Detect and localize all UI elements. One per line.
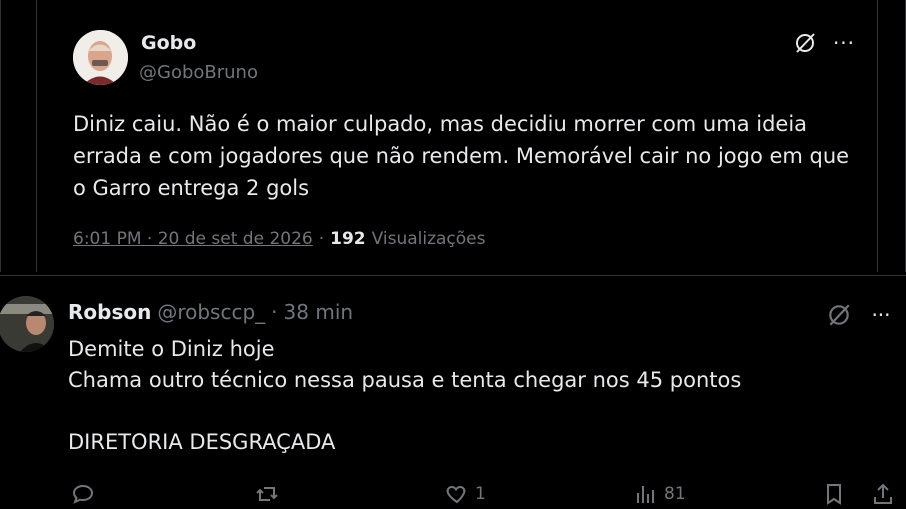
retweet-button[interactable] bbox=[255, 482, 285, 506]
share-icon bbox=[874, 483, 892, 504]
header-separator: · bbox=[271, 300, 278, 324]
meta-separator: · bbox=[318, 229, 325, 249]
more-options-button[interactable]: ··· bbox=[868, 302, 894, 328]
views-icon bbox=[637, 486, 654, 503]
author-name[interactable]: Gobo bbox=[141, 32, 196, 54]
views-label: Visualizações bbox=[371, 229, 486, 249]
reply-header: Robson @robsccp_ · 38 min bbox=[68, 300, 353, 324]
more-options-button[interactable]: ··· bbox=[832, 31, 856, 55]
views-count: 192 bbox=[330, 229, 366, 249]
reply-age[interactable]: 38 min bbox=[284, 300, 354, 324]
views-count: 81 bbox=[664, 484, 686, 504]
reply-button[interactable] bbox=[71, 482, 101, 506]
reply-text: Demite o Diniz hoje Chama outro técnico … bbox=[68, 337, 742, 454]
divider bbox=[0, 275, 906, 276]
author-handle[interactable]: @robsccp_ bbox=[157, 300, 265, 324]
tweet-meta: 6:01 PM · 20 de set de 2026 · 192 Visual… bbox=[73, 229, 486, 249]
views-button[interactable]: 81 bbox=[634, 482, 686, 506]
grok-icon[interactable] bbox=[826, 302, 852, 328]
avatar[interactable] bbox=[73, 30, 128, 85]
grok-icon[interactable] bbox=[793, 31, 817, 55]
tweet-text: Diniz caiu. Não é o maior culpado, mas d… bbox=[73, 112, 850, 200]
bookmark-button[interactable] bbox=[822, 482, 846, 506]
author-name[interactable]: Robson bbox=[68, 300, 151, 324]
heart-icon bbox=[446, 485, 466, 504]
avatar[interactable] bbox=[0, 296, 54, 352]
bookmark-icon bbox=[827, 484, 841, 505]
share-button[interactable] bbox=[871, 482, 895, 506]
author-handle[interactable]: @GoboBruno bbox=[139, 62, 258, 83]
reply-icon bbox=[72, 484, 94, 504]
like-count: 1 bbox=[475, 484, 486, 504]
tweet-timestamp[interactable]: 6:01 PM · 20 de set de 2026 bbox=[73, 229, 313, 249]
like-button[interactable]: 1 bbox=[445, 482, 486, 506]
retweet-icon bbox=[256, 487, 278, 501]
